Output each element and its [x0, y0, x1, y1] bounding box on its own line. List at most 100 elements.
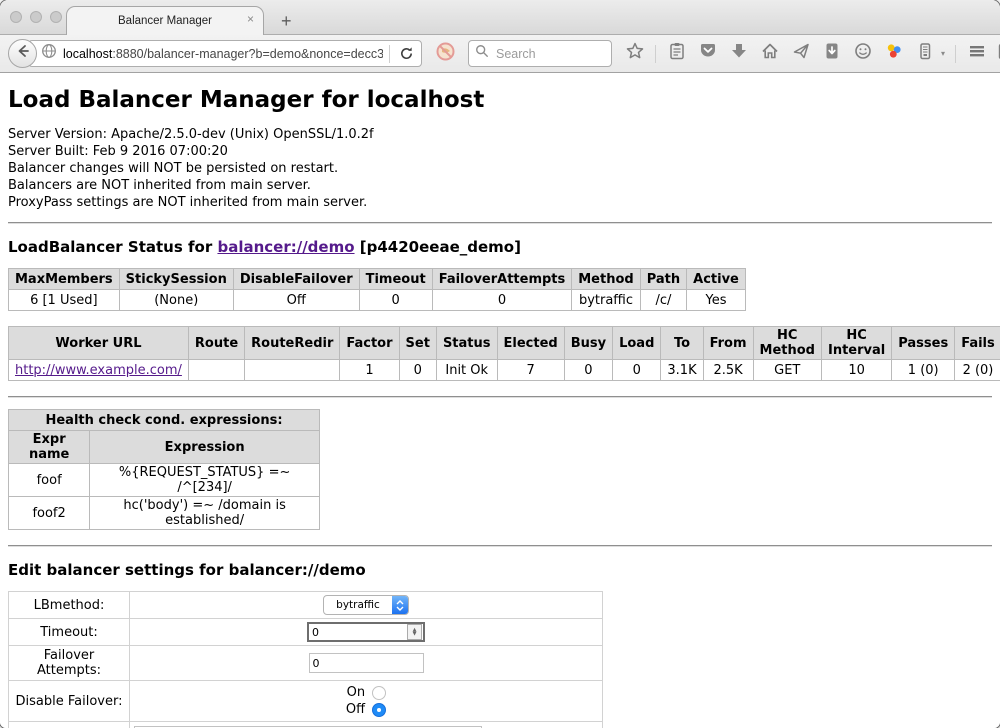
lbmethod-label: LBmethod: — [9, 592, 130, 619]
server-info: Server Version: Apache/2.5.0-dev (Unix) … — [8, 126, 992, 211]
cell: 0 — [399, 360, 436, 381]
cell: (None) — [119, 290, 233, 311]
search-bar[interactable] — [468, 40, 612, 67]
col-header: Fails — [955, 327, 1000, 360]
worker-url-link[interactable]: http://www.example.com/ — [15, 363, 182, 378]
browser-window: Balancer Manager × + localhost:8880/bala… — [0, 0, 1000, 728]
cell: 0 — [613, 360, 661, 381]
tab-title: Balancer Manager — [118, 15, 212, 27]
tab-close-icon[interactable]: × — [247, 13, 254, 25]
col-header: From — [703, 327, 753, 360]
search-icon — [475, 44, 489, 63]
blocked-extension-icon — [435, 41, 456, 67]
col-header: FailoverAttempts — [432, 269, 572, 290]
col-header: Worker URL — [9, 327, 189, 360]
cell: 0 — [359, 290, 432, 311]
col-header: Expression — [90, 431, 320, 464]
reload-button[interactable] — [396, 43, 417, 64]
close-window-button[interactable] — [10, 11, 22, 23]
radio-on[interactable] — [372, 686, 386, 700]
feedback-button[interactable] — [852, 43, 873, 64]
pocket-button[interactable] — [697, 43, 718, 64]
cell: /c/ — [640, 290, 686, 311]
cell: Yes — [687, 290, 746, 311]
tab-balancer-manager[interactable]: Balancer Manager × — [66, 6, 264, 35]
home-button[interactable] — [759, 43, 780, 64]
menu-button[interactable] — [966, 43, 987, 64]
timeout-label: Timeout: — [9, 619, 130, 646]
sticky-session-label: Sticky Session: — [9, 722, 130, 728]
timeout-input-wrap: ▲▼ — [307, 622, 425, 642]
minimize-window-button[interactable] — [30, 11, 42, 23]
cell: %{REQUEST_STATUS} =~ /^[234]/ — [90, 464, 320, 497]
status-section-heading: LoadBalancer Status for balancer://demo … — [8, 238, 992, 256]
select-stepper-icon — [392, 596, 408, 614]
cell: 2 (0) — [955, 360, 1000, 381]
health-check-table: Health check cond. expressions: Expr nam… — [8, 409, 320, 530]
new-tab-button[interactable]: + — [281, 13, 292, 29]
table-row: http://www.example.com/ 1 0 Init Ok 7 0 … — [9, 360, 1000, 381]
send-icon — [791, 41, 811, 66]
col-header: RouteRedir — [245, 327, 340, 360]
downloads-button[interactable] — [728, 43, 749, 64]
server-info-line: Server Built: Feb 9 2016 07:00:20 — [8, 143, 992, 160]
radio-off[interactable] — [372, 703, 386, 717]
url-path: :8880/balancer-manager?b=demo&nonce=decc… — [112, 47, 383, 61]
col-header: StickySession — [119, 269, 233, 290]
session-extension-button[interactable] — [914, 43, 935, 64]
page-content: Load Balancer Manager for localhost Serv… — [0, 73, 1000, 728]
col-header: Passes — [892, 327, 955, 360]
cell: 6 [1 Used] — [9, 290, 120, 311]
timeout-input[interactable] — [309, 625, 394, 640]
box-download-icon — [822, 41, 842, 66]
lbmethod-select[interactable]: bytraffic — [323, 595, 409, 615]
cell: 1 — [340, 360, 399, 381]
server-info-line: Balancer changes will NOT be persisted o… — [8, 160, 992, 177]
table-header-row: Health check cond. expressions: — [9, 410, 320, 431]
form-row-failover-attempts: Failover Attempts: — [9, 646, 603, 681]
worker-table: Worker URL Route RouteRedir Factor Set S… — [8, 326, 1000, 381]
table-header-row: Expr name Expression — [9, 431, 320, 464]
bookmark-star-button[interactable] — [624, 43, 645, 64]
col-header: Active — [687, 269, 746, 290]
download-icon — [729, 41, 749, 66]
color-extension-button[interactable] — [883, 43, 904, 64]
back-button[interactable] — [8, 39, 37, 68]
col-header: MaxMembers — [9, 269, 120, 290]
reading-list-button[interactable] — [666, 43, 687, 64]
col-header: Method — [572, 269, 640, 290]
col-header: Expr name — [9, 431, 90, 464]
cell: 0 — [564, 360, 612, 381]
failover-attempts-input[interactable] — [309, 653, 424, 673]
col-header: Status — [436, 327, 497, 360]
url-text[interactable]: localhost:8880/balancer-manager?b=demo&n… — [63, 47, 383, 61]
clipboard-icon — [667, 41, 687, 66]
extension-download-button[interactable] — [821, 43, 842, 64]
chevron-down-icon[interactable]: ▾ — [941, 49, 945, 58]
titlebar: Balancer Manager × + — [0, 0, 1000, 35]
blocked-extension-button[interactable] — [422, 41, 468, 67]
cell: foof2 — [9, 497, 90, 530]
col-header: To — [661, 327, 703, 360]
cell: http://www.example.com/ — [9, 360, 189, 381]
edit-section-heading: Edit balancer settings for balancer://de… — [8, 561, 992, 579]
form-row-disable-failover: Disable Failover: On Off — [9, 681, 603, 722]
send-tab-button[interactable] — [790, 43, 811, 64]
url-bar[interactable]: localhost:8880/balancer-manager?b=demo&n… — [28, 40, 422, 67]
cell: Init Ok — [436, 360, 497, 381]
col-header: HC Interval — [821, 327, 891, 360]
col-header: HC Method — [753, 327, 821, 360]
cell: 1 (0) — [892, 360, 955, 381]
health-table-title: Health check cond. expressions: — [9, 410, 320, 431]
divider — [8, 545, 992, 547]
globe-icon — [41, 43, 57, 64]
balancer-demo-link[interactable]: balancer://demo — [217, 238, 354, 256]
toolbar-icons: ▾ — [624, 43, 1000, 64]
cell: 10 — [821, 360, 891, 381]
pocket-icon — [698, 41, 718, 66]
zoom-window-button[interactable] — [50, 11, 62, 23]
search-input[interactable] — [494, 46, 598, 62]
number-spinner-icon[interactable]: ▲▼ — [407, 624, 422, 640]
urlbar-divider — [389, 45, 390, 63]
star-icon — [625, 41, 645, 66]
